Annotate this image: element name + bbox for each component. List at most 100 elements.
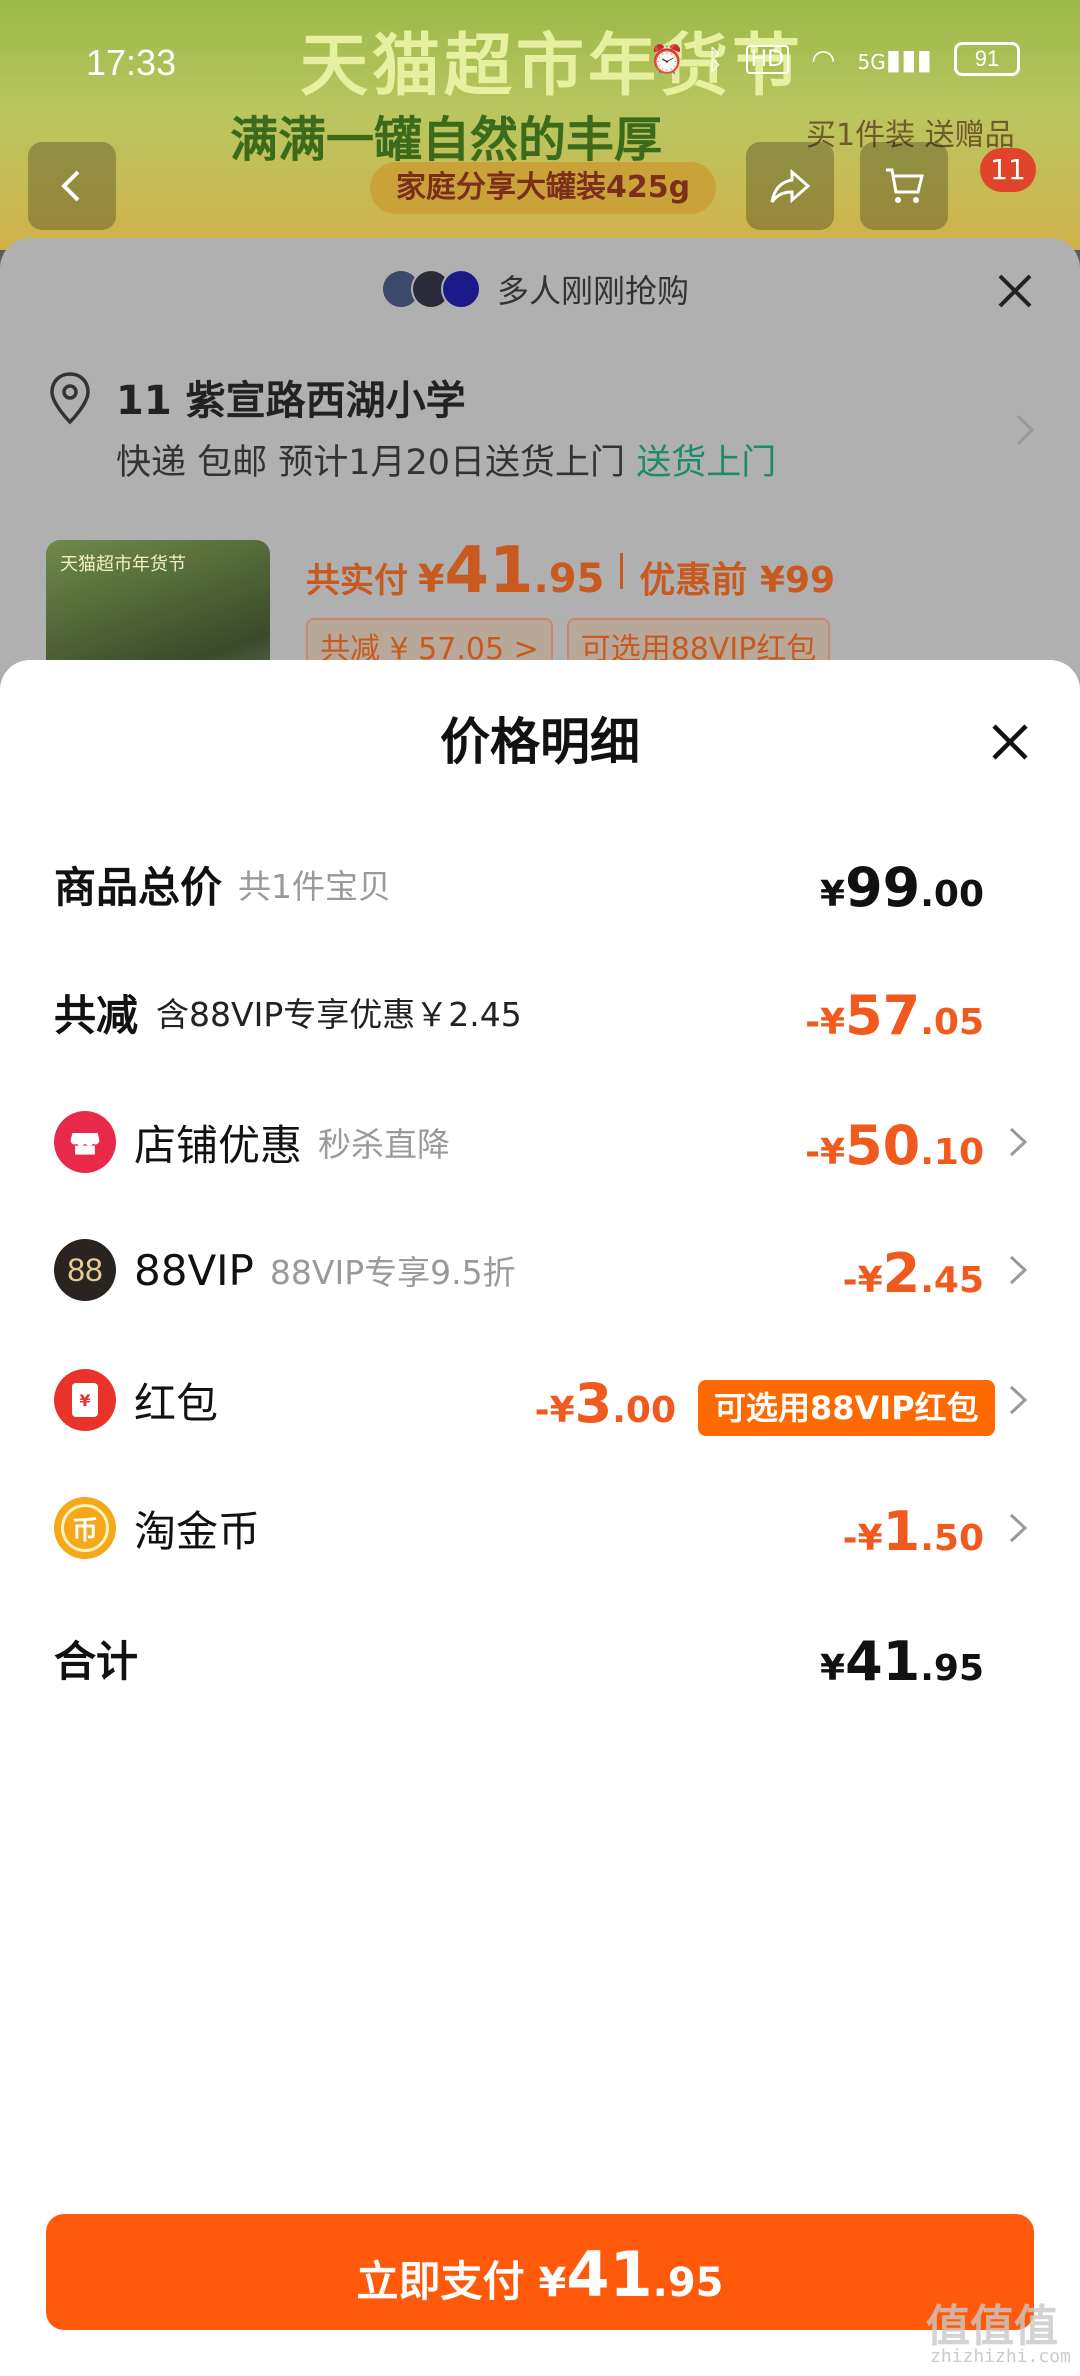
row-total-reduce: 共减 含88VIP专享优惠￥2.45 -¥ 57 .05	[0, 962, 1080, 1062]
row-title: 店铺优惠	[134, 1120, 303, 1170]
cart-icon	[886, 168, 924, 203]
status-time: 17:33	[86, 42, 177, 83]
row-gold-coin[interactable]: 币 淘金币 -¥ 1 .50	[0, 1478, 1080, 1578]
amount-decimal: .45	[920, 1260, 984, 1301]
divider	[620, 553, 624, 589]
row-hint: 88VIP专享9.5折	[269, 1253, 516, 1292]
row-amount: -¥ 2 .45	[843, 1220, 984, 1320]
shop-icon	[54, 1111, 116, 1173]
currency: ¥	[820, 874, 846, 915]
pay-button-integer: 41	[566, 2238, 653, 2311]
amount-decimal: .05	[920, 1002, 984, 1043]
banner-pill: 家庭分享大罐装425g	[370, 162, 717, 214]
price-detail-sheet: 价格明细 商品总价 共1件宝贝 ¥ 99 .00 共减 含88VIP专享优惠￥2…	[0, 660, 1080, 2376]
coin-icon-text: 币	[61, 1504, 109, 1552]
pay-button-decimal: .95	[652, 2260, 724, 2306]
close-icon[interactable]	[990, 266, 1040, 316]
row-amount: -¥ 57 .05	[805, 962, 984, 1062]
back-button[interactable]	[28, 142, 116, 230]
row-title: 淘金币	[134, 1506, 261, 1556]
chevron-right-icon[interactable]	[1006, 1252, 1030, 1288]
chevron-right-icon[interactable]	[1006, 1510, 1030, 1546]
actual-pay-label: 共实付	[306, 561, 408, 601]
row-total-price: 商品总价 共1件宝贝 ¥ 99 .00	[0, 834, 1080, 934]
row-amount: -¥ 3 .00	[535, 1350, 676, 1450]
amount-integer: 99	[845, 856, 921, 919]
bluetooth-icon: ᛒ	[706, 42, 724, 76]
row-amount: ¥ 99 .00	[820, 834, 984, 934]
hd-badge: HD	[745, 44, 790, 74]
actual-pay: 共实付 ¥ 41 .95 优惠前 ¥99	[306, 534, 835, 608]
row-sum: 合计 ¥ 41 .95	[0, 1608, 1080, 1708]
amount-decimal: .95	[920, 1648, 984, 1689]
amount-integer: 3	[574, 1372, 613, 1435]
cart-button[interactable]	[860, 142, 948, 230]
row-title: 88VIP	[134, 1245, 254, 1295]
alarm-icon: ⏰	[649, 42, 685, 76]
cart-badge: 11	[980, 148, 1036, 192]
amount-decimal: .00	[612, 1390, 676, 1431]
row-amount: -¥ 50 .10	[805, 1092, 984, 1192]
avatar	[440, 269, 481, 309]
currency: -¥	[805, 1002, 846, 1043]
close-icon[interactable]	[988, 720, 1032, 764]
chevron-right-icon[interactable]	[1010, 410, 1040, 450]
currency: ¥	[820, 1648, 846, 1689]
thumb-label: 天猫超市年货节	[60, 554, 186, 575]
battery-icon: 91	[954, 42, 1020, 76]
wifi-icon: ◠	[811, 42, 836, 76]
row-shop-discount[interactable]: 店铺优惠 秒杀直降 -¥ 50 .10	[0, 1092, 1080, 1192]
delivery-text: 快递 包邮 预计1月20日送货上门	[116, 443, 626, 483]
row-88vip[interactable]: 88 88VIP 88VIP专享9.5折 -¥ 2 .45	[0, 1220, 1080, 1320]
amount-decimal: .50	[920, 1518, 984, 1559]
recent-buyers-text: 多人刚刚抢购	[496, 272, 689, 310]
recent-buyers: 多人刚刚抢购	[0, 266, 1080, 312]
back-icon	[61, 170, 80, 202]
row-red-packet[interactable]: ¥ 红包 -¥ 3 .00 可选用88VIP红包	[0, 1350, 1080, 1450]
vip-88-icon: 88	[54, 1239, 116, 1301]
actual-pay-integer: 41	[444, 534, 534, 608]
pay-now-button[interactable]: 立即支付 ¥ 41 .95	[46, 2214, 1034, 2330]
row-title: 红包	[134, 1378, 219, 1428]
amount-integer: 50	[845, 1114, 921, 1177]
vip-icon-text: 88	[67, 1251, 103, 1288]
currency: -¥	[842, 1518, 883, 1559]
chevron-right-icon[interactable]	[1006, 1124, 1030, 1160]
status-bar: 17:33 ⏰ ᛒ HD ◠ 5G▮▮▮ 91	[0, 0, 1080, 130]
sheet-title: 价格明细	[440, 713, 640, 771]
row-title: 共减	[54, 990, 139, 1040]
signal-icon: 5G▮▮▮	[857, 42, 932, 76]
chevron-right-icon[interactable]	[1006, 1382, 1030, 1418]
amount-integer: 1	[882, 1500, 921, 1563]
amount-integer: 2	[882, 1242, 921, 1305]
share-button[interactable]	[746, 142, 834, 230]
vip-redpacket-pill[interactable]: 可选用88VIP红包	[698, 1380, 995, 1436]
row-amount: ¥ 41 .95	[820, 1608, 984, 1708]
watermark-url: zhizhizhi.com	[930, 2346, 1071, 2367]
row-title: 合计	[54, 1636, 139, 1686]
share-icon	[770, 168, 811, 204]
buyer-avatars	[380, 269, 481, 309]
amount-decimal: .00	[920, 874, 984, 915]
row-hint: 含88VIP专享优惠￥2.45	[156, 995, 522, 1034]
pay-button-currency: ¥	[538, 2260, 567, 2306]
pay-button-label: 立即支付	[356, 2257, 525, 2306]
actual-pay-currency: ¥	[418, 557, 445, 601]
amount-decimal: .10	[920, 1132, 984, 1173]
amount-integer: 57	[845, 984, 921, 1047]
currency: -¥	[842, 1260, 883, 1301]
delivery-info: 快递 包邮 预计1月20日送货上门 送货上门	[116, 434, 776, 485]
delivery-address[interactable]: 11 紫宣路西湖小学	[116, 368, 466, 426]
delivery-highlight: 送货上门	[636, 443, 777, 483]
location-pin-icon	[50, 372, 90, 425]
watermark: 值值值	[926, 2301, 1058, 2352]
gold-coin-icon: 币	[54, 1497, 116, 1559]
row-title: 商品总价	[54, 862, 223, 912]
amount-integer: 41	[845, 1630, 921, 1693]
row-hint: 共1件宝贝	[238, 867, 392, 906]
row-hint: 秒杀直降	[318, 1125, 451, 1164]
red-packet-icon-text: ¥	[72, 1383, 98, 1417]
row-amount: -¥ 1 .50	[843, 1478, 984, 1578]
status-icons: ⏰ ᛒ HD ◠ 5G▮▮▮ 91	[650, 42, 1020, 76]
currency: -¥	[534, 1390, 575, 1431]
